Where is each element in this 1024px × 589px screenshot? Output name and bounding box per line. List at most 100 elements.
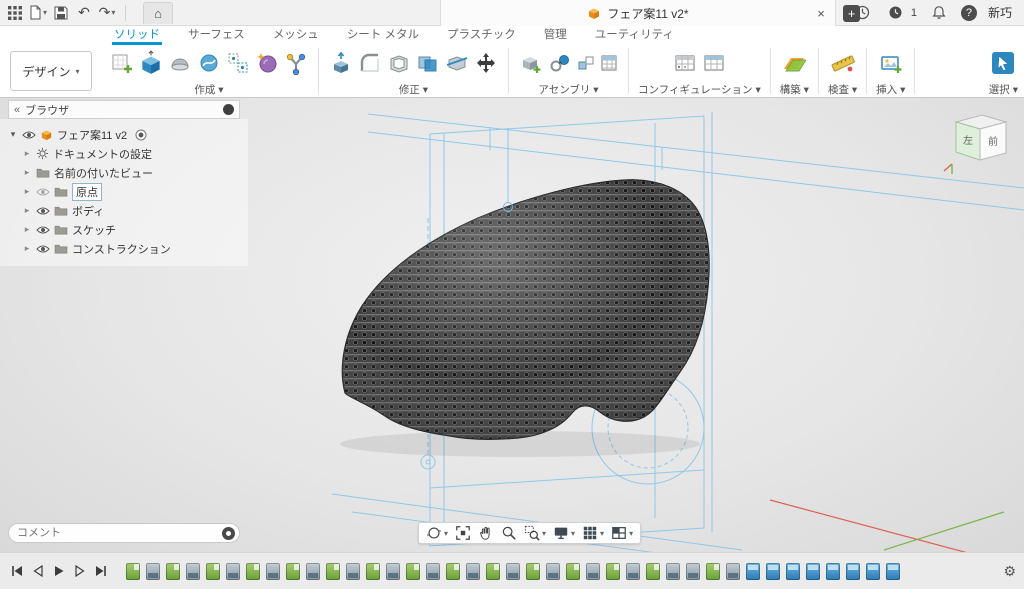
timeline-feature[interactable]	[306, 563, 320, 580]
timeline-feature[interactable]	[526, 563, 540, 580]
timeline-feature[interactable]	[486, 563, 500, 580]
expand-arrow-icon[interactable]: ▸	[22, 205, 32, 216]
browser-item-named-views[interactable]: ▸ 名前の付いたビュー	[0, 163, 248, 182]
expand-arrow-icon[interactable]: ▸	[22, 167, 32, 178]
press-pull-icon[interactable]	[328, 50, 354, 76]
play-button[interactable]	[50, 562, 68, 580]
construction-plane-icon[interactable]	[781, 50, 807, 76]
timeline-feature[interactable]	[146, 563, 160, 580]
timeline-feature[interactable]	[546, 563, 560, 580]
ribbon-tab[interactable]: メッシュ	[271, 24, 321, 45]
visibility-eye-icon[interactable]	[22, 130, 36, 140]
configure-icon[interactable]	[672, 50, 698, 76]
group-select-label[interactable]: 選択 ▾	[989, 82, 1018, 97]
viewcube[interactable]: 左 前	[942, 102, 1022, 176]
pan-button[interactable]	[476, 524, 496, 542]
timeline-feature[interactable]	[446, 563, 460, 580]
browser-item-sketches[interactable]: ▸ スケッチ	[0, 220, 248, 239]
save-icon[interactable]	[50, 2, 72, 24]
construction-lines-front[interactable]	[504, 128, 513, 212]
browser-item-root[interactable]: ▾ フェア案11 v2	[0, 125, 248, 144]
timeline-feature[interactable]	[366, 563, 380, 580]
combine-icon[interactable]	[415, 50, 441, 76]
group-inspect-label[interactable]: 検査 ▾	[828, 82, 857, 97]
ribbon-tab[interactable]: サーフェス	[186, 24, 247, 45]
split-body-icon[interactable]	[444, 50, 470, 76]
visibility-eye-icon[interactable]	[36, 187, 50, 197]
display-settings-button[interactable]: ▾	[551, 524, 577, 542]
sweep-icon[interactable]	[196, 50, 222, 76]
configuration-table-icon[interactable]	[701, 50, 727, 76]
close-tab-icon[interactable]: ×	[812, 4, 830, 22]
home-tab[interactable]: ⌂	[143, 2, 173, 24]
pipe-icon[interactable]	[283, 50, 309, 76]
group-configuration-label[interactable]: コンフィギュレーション ▾	[638, 82, 761, 97]
ribbon-tab[interactable]: ソリッド	[112, 24, 162, 45]
panel-toggle-icon[interactable]	[223, 104, 234, 115]
derive-icon[interactable]	[225, 50, 251, 76]
grid-settings-button[interactable]: ▾	[580, 524, 606, 542]
timeline-settings-gear-icon[interactable]: ⚙	[1003, 563, 1016, 580]
group-insert-label[interactable]: 挿入 ▾	[876, 82, 905, 97]
revolve-icon[interactable]	[167, 50, 193, 76]
activate-component-radio[interactable]	[135, 129, 147, 141]
timeline-feature[interactable]	[466, 563, 480, 580]
visibility-eye-icon[interactable]	[36, 206, 50, 216]
select-icon[interactable]	[990, 50, 1016, 76]
apps-grid-icon[interactable]	[4, 2, 26, 24]
timeline-feature[interactable]	[666, 563, 680, 580]
zoom-button[interactable]	[499, 524, 519, 542]
body-model[interactable]	[342, 180, 709, 440]
timeline-feature[interactable]	[626, 563, 640, 580]
job-status-icon[interactable]	[885, 2, 907, 24]
step-forward-button[interactable]	[71, 562, 89, 580]
timeline-feature[interactable]	[706, 563, 720, 580]
visibility-eye-icon[interactable]	[36, 244, 50, 254]
go-to-start-button[interactable]	[8, 562, 26, 580]
expand-arrow-icon[interactable]: ▸	[22, 148, 32, 159]
measure-icon[interactable]	[830, 50, 856, 76]
ribbon-tab[interactable]: 管理	[542, 24, 569, 45]
collapse-panel-icon[interactable]: «	[14, 104, 20, 116]
timeline-feature[interactable]	[426, 563, 440, 580]
timeline-feature[interactable]	[646, 563, 660, 580]
group-construct-label[interactable]: 構築 ▾	[780, 82, 809, 97]
timeline-feature[interactable]	[806, 563, 820, 580]
timeline-feature[interactable]	[266, 563, 280, 580]
visibility-eye-icon[interactable]	[36, 225, 50, 235]
timeline-feature[interactable]	[246, 563, 260, 580]
timeline-feature[interactable]	[786, 563, 800, 580]
timeline-feature[interactable]	[606, 563, 620, 580]
browser-item-construction[interactable]: ▸ コンストラクション	[0, 239, 248, 258]
comment-input[interactable]	[17, 527, 222, 539]
new-tab-button[interactable]: +	[843, 5, 860, 22]
timeline-feature[interactable]	[346, 563, 360, 580]
timeline-feature[interactable]	[326, 563, 340, 580]
ribbon-tab[interactable]: ユーティリティ	[593, 24, 676, 45]
expand-arrow-icon[interactable]: ▸	[22, 186, 32, 197]
timeline-feature[interactable]	[886, 563, 900, 580]
file-menu-icon[interactable]: ▾	[27, 2, 49, 24]
viewports-button[interactable]: ▾	[609, 524, 635, 542]
ribbon-tab[interactable]: シート メタル	[345, 24, 421, 45]
as-built-joint-icon[interactable]	[576, 53, 596, 73]
document-tab[interactable]: フェア案11 v2* ×	[440, 0, 836, 26]
browser-item-document-settings[interactable]: ▸ ドキュメントの設定	[0, 144, 248, 163]
joint-icon[interactable]	[547, 50, 573, 76]
create-sketch-icon[interactable]	[109, 50, 135, 76]
timeline-feature[interactable]	[126, 563, 140, 580]
timeline-feature[interactable]	[226, 563, 240, 580]
timeline-feature[interactable]	[686, 563, 700, 580]
fillet-icon[interactable]	[357, 50, 383, 76]
fit-button[interactable]	[453, 524, 473, 542]
notifications-bell-icon[interactable]	[928, 2, 950, 24]
insert-canvas-icon[interactable]	[878, 50, 904, 76]
timeline-feature[interactable]	[746, 563, 760, 580]
timeline-feature[interactable]	[866, 563, 880, 580]
group-modify-label[interactable]: 修正 ▾	[399, 82, 428, 97]
ribbon-tab[interactable]: プラスチック	[445, 24, 518, 45]
redo-icon[interactable]: ↷▾	[96, 2, 118, 24]
help-icon[interactable]: ?	[961, 5, 977, 21]
timeline-feature[interactable]	[566, 563, 580, 580]
timeline-feature[interactable]	[386, 563, 400, 580]
